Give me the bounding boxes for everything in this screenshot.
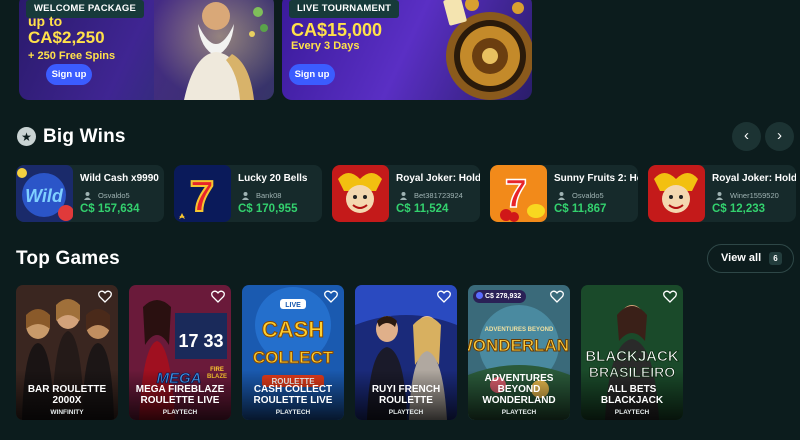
zeus-artwork: [154, 0, 274, 100]
heart-icon[interactable]: [663, 290, 677, 303]
game-tile[interactable]: BLACKJACK BRASILEIRO ALL BETS BLACKJACK …: [581, 285, 683, 420]
game-tile[interactable]: ADVENTURES BEYOND WONDERLAND C$ 278,932 …: [468, 285, 570, 420]
svg-text:7: 7: [505, 172, 527, 216]
star-icon: ★: [17, 127, 36, 146]
wild-cash-thumbnail: Wild: [16, 165, 73, 222]
chevron-left-icon[interactable]: ‹: [732, 122, 761, 151]
promo-subtitle: + 250 Free Spins: [28, 50, 116, 62]
win-card[interactable]: Royal Joker: Hold and Win Bet381723924 C…: [332, 165, 480, 222]
top-games-title: Top Games: [16, 248, 120, 269]
win-card[interactable]: Royal Joker: Hold and Win Winer1559520 C…: [648, 165, 796, 222]
signup-button[interactable]: Sign up: [46, 64, 92, 85]
promo-amount: CA$15,000: [291, 20, 383, 40]
win-username: Winer1559520: [730, 191, 779, 200]
joker-thumbnail: [648, 165, 705, 222]
win-amount: C$ 170,955: [238, 203, 298, 215]
lucky-seven-thumbnail: 7: [174, 165, 231, 222]
game-tile[interactable]: RUYI FRENCH ROULETTE PLAYTECH: [355, 285, 457, 420]
win-username: Bank08: [256, 191, 282, 200]
win-card[interactable]: Wild Wild Cash x9990 Osvaldo5 C$ 157,634: [16, 165, 164, 222]
win-amount: C$ 11,524: [396, 203, 449, 215]
win-amount: C$ 12,233: [712, 203, 766, 215]
svg-text:WONDERLAND: WONDERLAND: [468, 336, 570, 355]
svg-text:COLLECT: COLLECT: [253, 348, 334, 367]
svg-text:BLACKJACK: BLACKJACK: [585, 348, 679, 365]
heart-icon[interactable]: [211, 290, 225, 303]
welcome-package-banner[interactable]: WELCOME PACKAGE up to CA$2,250 + 250 Fre…: [19, 0, 274, 100]
game-title: BAR ROULETTE 2000X: [27, 384, 107, 406]
game-provider: PLAYTECH: [162, 409, 198, 416]
win-amount: C$ 157,634: [80, 203, 140, 215]
jackpot-badge: C$ 278,932: [473, 290, 527, 303]
svg-text:17 33: 17 33: [178, 331, 223, 351]
svg-text:Wild: Wild: [25, 186, 64, 206]
win-username: Osvaldo5: [98, 191, 130, 200]
user-icon: [400, 192, 407, 200]
coin-icon: [476, 292, 483, 299]
game-provider: PLAYTECH: [388, 409, 424, 416]
svg-text:ADVENTURES BEYOND: ADVENTURES BEYOND: [485, 327, 554, 333]
win-amount: C$ 11,867: [554, 203, 607, 215]
svg-text:7: 7: [190, 172, 214, 221]
game-tile[interactable]: LIVE CASH COLLECT ROULETTE CASH COLLECT …: [242, 285, 344, 420]
win-game-name: Royal Joker: Hold and Win: [396, 173, 480, 184]
view-all-label: View all: [721, 252, 762, 264]
game-provider: PLAYTECH: [614, 409, 650, 416]
roulette-wheel-artwork: [443, 0, 532, 100]
game-title: MEGA FIREBLAZE ROULETTE LIVE: [135, 384, 225, 406]
heart-icon[interactable]: [550, 290, 564, 303]
game-provider: WINFINITY: [50, 409, 84, 416]
win-card[interactable]: 7 Sunny Fruits 2: Hold and Win Osvaldo5 …: [490, 165, 638, 222]
promo-tag: LIVE TOURNAMENT: [289, 0, 400, 18]
game-title: ALL BETS BLACKJACK: [600, 384, 664, 406]
win-game-name: Lucky 20 Bells: [238, 173, 308, 184]
game-tile[interactable]: 17 33 MEGA FIRE BLAZE MEGA FIREBLAZE ROU…: [129, 285, 231, 420]
game-title: ADVENTURES BEYOND WONDERLAND: [482, 373, 556, 406]
promo-headline: up to: [28, 13, 63, 29]
heart-icon[interactable]: [98, 290, 112, 303]
user-icon: [242, 192, 249, 200]
heart-icon[interactable]: [437, 290, 451, 303]
promo-subtitle: Every 3 Days: [291, 40, 360, 52]
game-title: RUYI FRENCH ROULETTE: [371, 384, 441, 406]
sunny-fruits-thumbnail: 7: [490, 165, 547, 222]
svg-text:LIVE: LIVE: [285, 302, 301, 309]
win-card[interactable]: 7 Lucky 20 Bells Bank08 C$ 170,955: [174, 165, 322, 222]
svg-text:CASH: CASH: [262, 317, 324, 342]
signup-button[interactable]: Sign up: [289, 64, 335, 85]
user-icon: [558, 192, 565, 200]
user-icon: [84, 192, 91, 200]
win-game-name: Wild Cash x9990: [80, 173, 159, 184]
game-tile[interactable]: BAR ROULETTE 2000X WINFINITY: [16, 285, 118, 420]
chevron-right-icon[interactable]: ›: [765, 122, 794, 151]
user-icon: [716, 192, 723, 200]
view-all-button[interactable]: View all 6: [707, 244, 794, 273]
promo-amount: CA$2,250: [28, 28, 105, 47]
joker-thumbnail: [332, 165, 389, 222]
win-game-name: Sunny Fruits 2: Hold and Win: [554, 173, 638, 184]
heart-icon[interactable]: [324, 290, 338, 303]
big-wins-title: Big Wins: [43, 126, 126, 147]
win-username: Bet381723924: [414, 191, 463, 200]
win-username: Osvaldo5: [572, 191, 604, 200]
win-game-name: Royal Joker: Hold and Win: [712, 173, 796, 184]
jackpot-amount: C$ 278,932: [485, 293, 522, 300]
game-provider: PLAYTECH: [501, 409, 537, 416]
live-tournament-banner[interactable]: LIVE TOURNAMENT CA$15,000 Every 3 Days S…: [282, 0, 532, 100]
game-provider: PLAYTECH: [275, 409, 311, 416]
view-all-count: 6: [769, 252, 782, 265]
game-title: CASH COLLECT ROULETTE LIVE: [253, 384, 333, 406]
